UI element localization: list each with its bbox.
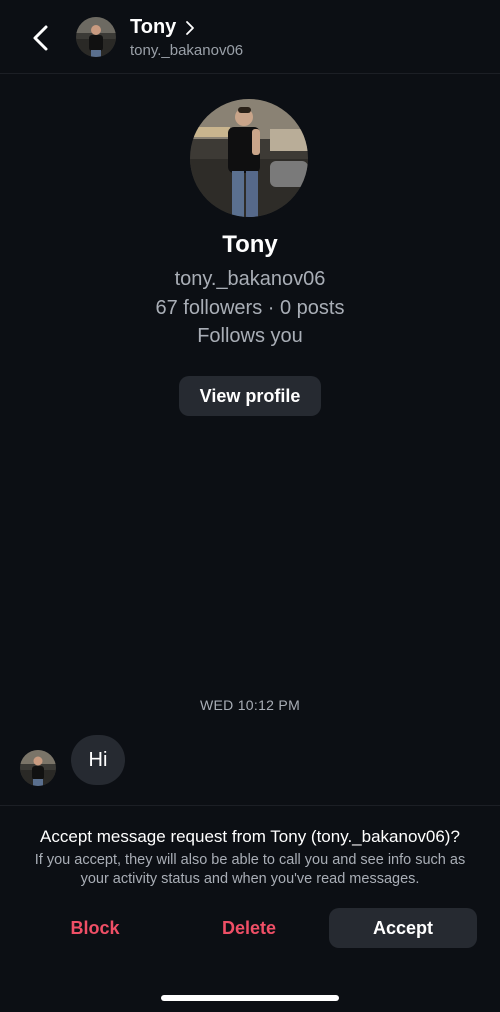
profile-name: Tony <box>222 231 278 258</box>
profile-photo <box>190 99 308 217</box>
back-button[interactable] <box>26 22 56 54</box>
divider <box>0 805 500 806</box>
message-bubble[interactable]: Hi <box>71 735 125 785</box>
home-indicator[interactable] <box>161 995 339 1001</box>
avatar-photo <box>76 17 116 57</box>
block-button[interactable]: Block <box>40 908 150 948</box>
chat-header: Tony tony._bakanov06 <box>0 0 500 74</box>
follows-you-label: Follows you <box>197 325 303 347</box>
profile-avatar[interactable] <box>190 99 308 217</box>
accept-button[interactable]: Accept <box>329 908 477 948</box>
header-name[interactable]: Tony <box>130 16 176 39</box>
profile-username: tony._bakanov06 <box>174 268 326 290</box>
header-username: tony._bakanov06 <box>130 42 244 59</box>
chevron-right-icon[interactable] <box>184 18 196 38</box>
avatar[interactable] <box>76 17 116 57</box>
view-profile-button[interactable]: View profile <box>179 376 321 416</box>
profile-stats: 67 followers · 0 posts <box>155 297 345 319</box>
sender-avatar[interactable] <box>20 750 56 786</box>
request-subtitle: If you accept, they will also be able to… <box>34 852 466 887</box>
request-title: Accept message request from Tony (tony._… <box>40 827 460 846</box>
chevron-left-icon <box>33 25 48 51</box>
sender-avatar-photo <box>20 750 56 786</box>
message-timestamp: WED 10:12 PM <box>199 697 301 713</box>
delete-button[interactable]: Delete <box>194 908 304 948</box>
